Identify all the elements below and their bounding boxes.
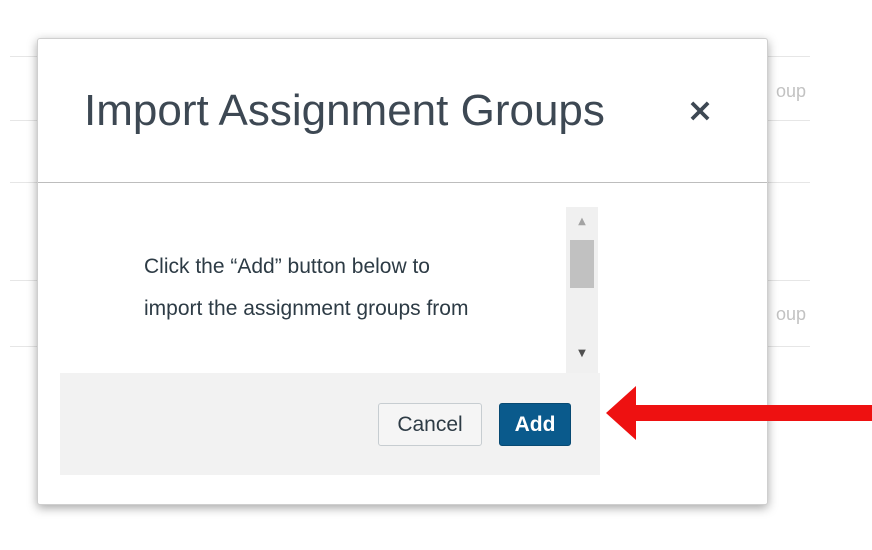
dialog-body-text: Click the “Add” button below to import t…: [144, 255, 469, 320]
red-arrow-icon: [606, 386, 872, 440]
cancel-button[interactable]: Cancel: [378, 403, 482, 446]
scroll-down-arrow-icon[interactable]: ▼: [566, 347, 598, 361]
add-button[interactable]: Add: [499, 403, 571, 446]
background-row-text: oup: [776, 304, 807, 324]
scroll-up-arrow-icon[interactable]: ▲: [566, 215, 598, 229]
background-row-text: oup: [776, 81, 807, 101]
dialog-scrollbar[interactable]: ▲ ▼: [566, 207, 598, 373]
close-icon[interactable]: ×: [685, 93, 715, 127]
dialog-body[interactable]: Click the “Add” button below to import t…: [60, 207, 600, 373]
dialog-header: Import Assignment Groups ×: [38, 39, 767, 183]
dialog-footer: Cancel Add: [60, 373, 600, 475]
dialog-title: Import Assignment Groups: [84, 86, 605, 135]
scrollbar-thumb[interactable]: [570, 240, 594, 288]
